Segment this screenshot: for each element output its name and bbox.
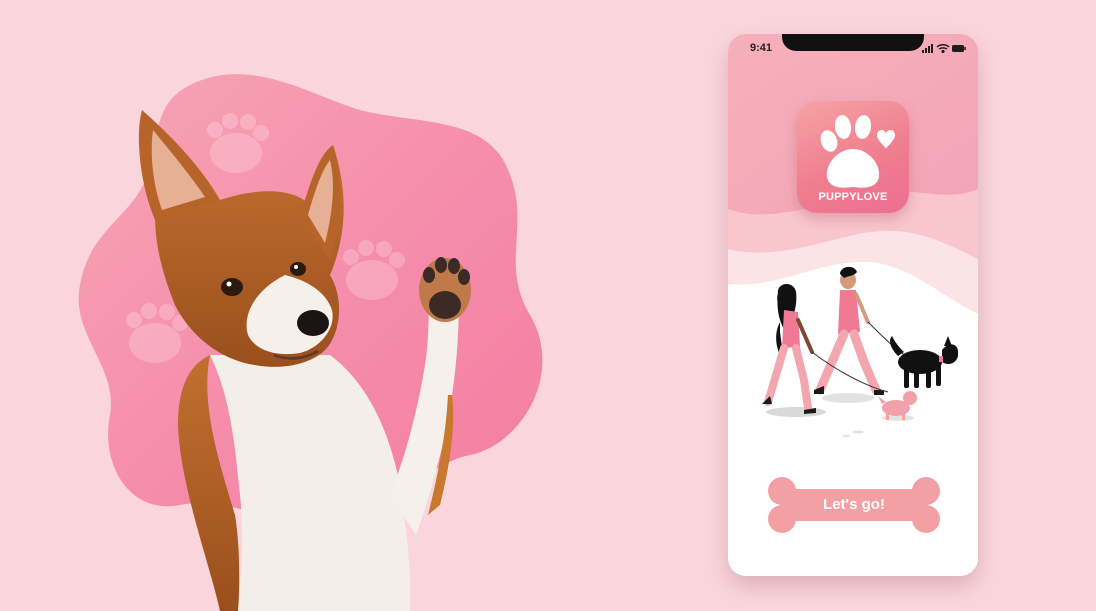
hero-svg [78, 74, 543, 611]
walkers-illustration [762, 266, 958, 438]
status-icons [922, 44, 966, 53]
phone-notch [782, 34, 924, 51]
phone-mockup: 9:41 PUPPYLOVE Let's go! [728, 34, 978, 576]
battery-icon [952, 45, 966, 52]
app-name: PUPPYLOVE [818, 191, 888, 203]
lets-go-label: Let's go! [823, 496, 885, 513]
woman-figure [762, 283, 816, 414]
wifi-icon [936, 44, 950, 53]
pink-dog [878, 391, 917, 420]
paw-heart-icon [820, 115, 895, 188]
lets-go-button[interactable]: Let's go! [764, 474, 944, 536]
hero-illustration [60, 65, 560, 611]
app-icon: PUPPYLOVE [797, 101, 909, 213]
black-dog [890, 336, 958, 388]
status-bar: 9:41 [728, 34, 978, 62]
signal-icon [922, 44, 933, 53]
status-time: 9:41 [750, 42, 773, 54]
